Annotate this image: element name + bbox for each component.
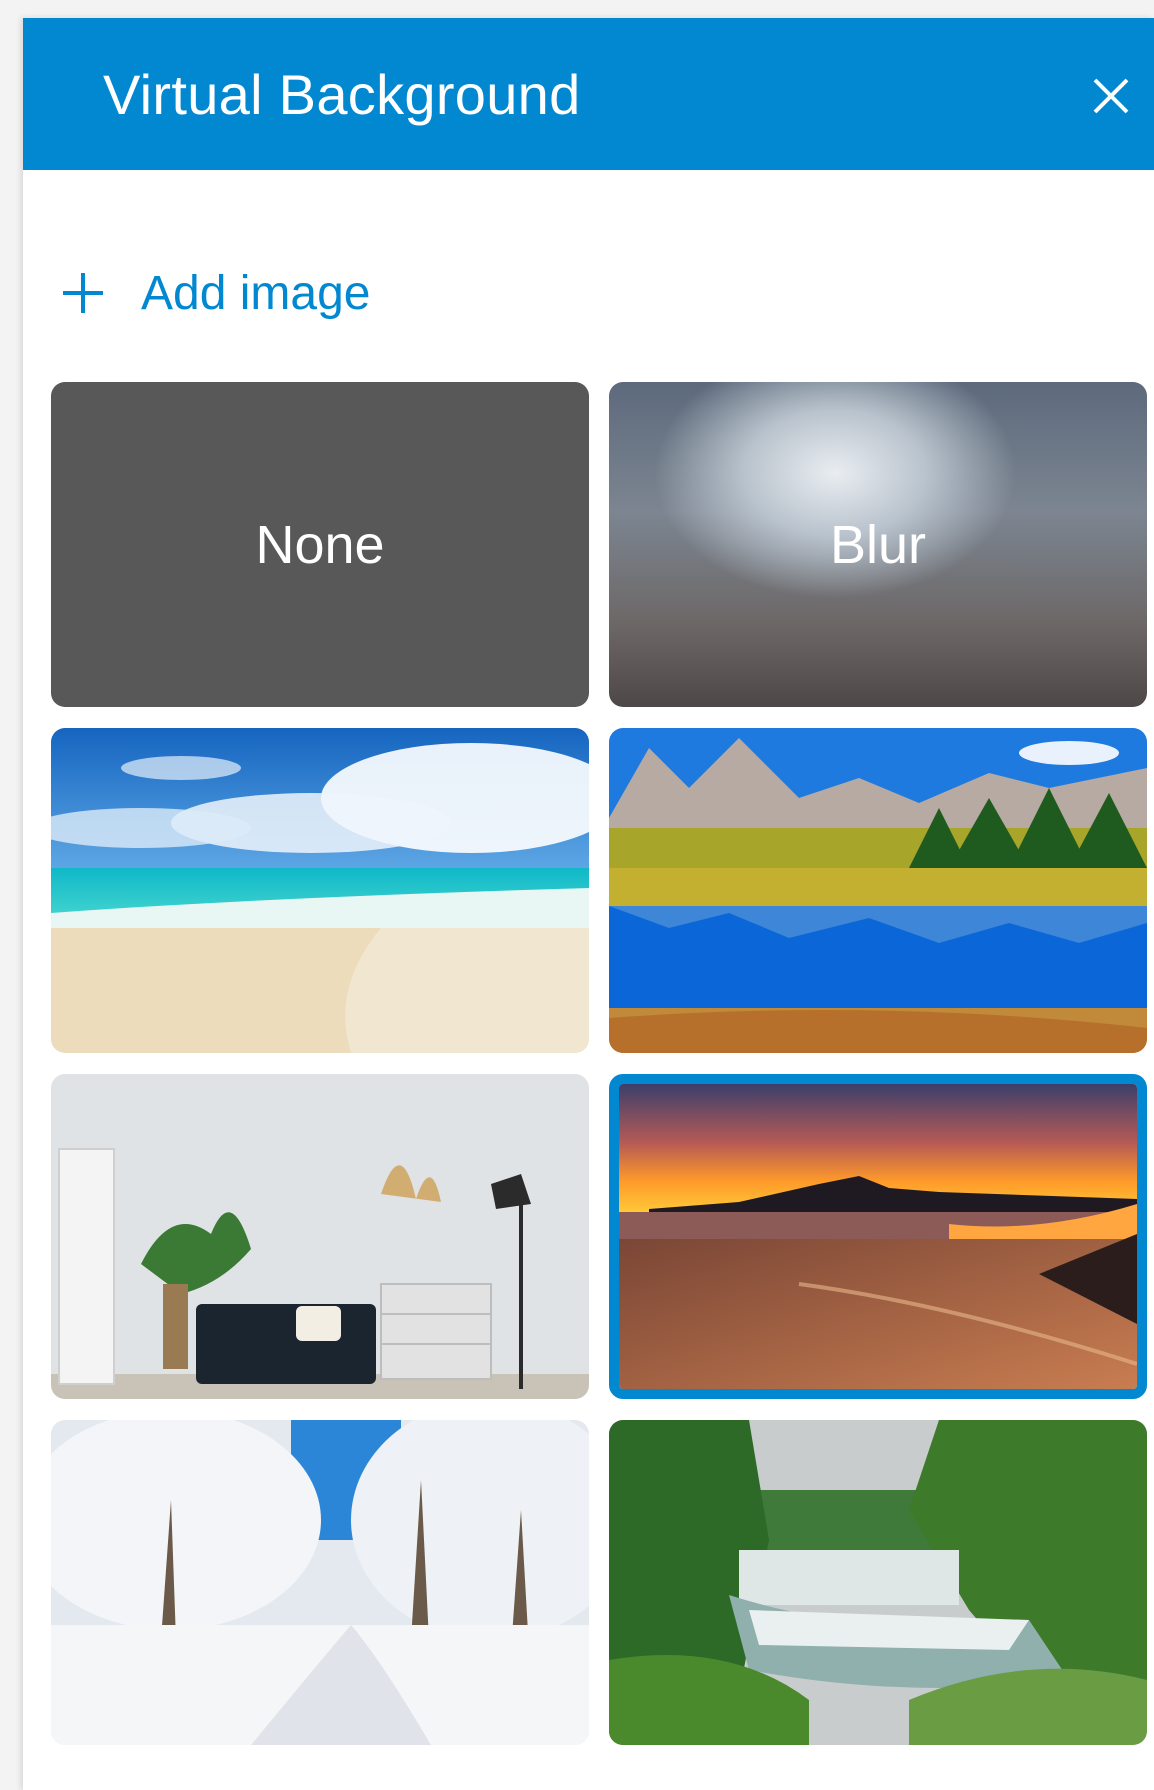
sunset-beach-image [619,1084,1137,1389]
panel-title: Virtual Background [103,63,581,126]
background-option-living-room[interactable] [51,1074,589,1399]
close-button[interactable] [1083,68,1139,124]
background-option-blur[interactable]: Blur [609,382,1147,707]
background-option-mountain-lake[interactable] [609,728,1147,1053]
mountain-lake-image [609,728,1147,1053]
add-image-button[interactable]: Add image [59,258,370,328]
background-option-waterfall[interactable] [609,1420,1147,1745]
beach-image [51,728,589,1053]
winter-forest-image [51,1420,589,1745]
panel-header: Virtual Background [23,18,1154,170]
none-label: None [255,514,385,575]
waterfall-image [609,1420,1147,1745]
background-option-beach[interactable] [51,728,589,1053]
background-option-sunset-beach[interactable] [609,1074,1147,1399]
living-room-image [51,1074,589,1399]
add-image-label: Add image [141,266,371,320]
background-option-winter-forest[interactable] [51,1420,589,1745]
virtual-background-panel: Virtual Background Add image None Blur [23,18,1154,1790]
close-icon [1093,78,1129,114]
background-option-none[interactable]: None [51,382,589,707]
plus-icon [63,273,103,313]
blur-label: Blur [829,514,927,575]
